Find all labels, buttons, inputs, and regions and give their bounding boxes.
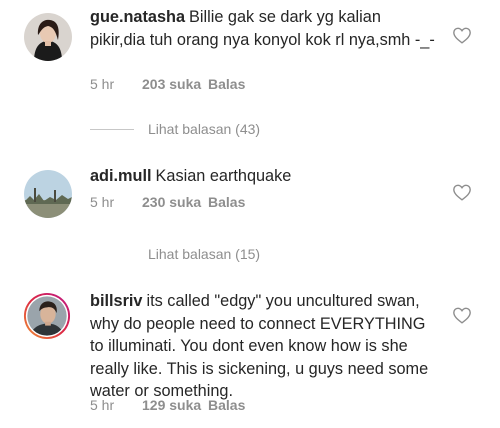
landscape-avatar-icon [24, 170, 72, 218]
divider-line [90, 128, 134, 130]
divider-line [90, 254, 134, 255]
comment-username[interactable]: gue.natasha [90, 8, 185, 26]
like-heart-icon[interactable] [452, 26, 472, 44]
comment-username[interactable]: adi.mull [90, 167, 152, 185]
view-replies-label: Lihat balasan (43) [148, 121, 261, 137]
comment-text: billsriv its called "edgy" you uncultured… [90, 290, 436, 403]
reply-button[interactable]: Balas [208, 397, 245, 413]
woman-portrait-avatar-icon [24, 13, 72, 61]
comment-username[interactable]: billsriv [90, 292, 143, 310]
comment-time: 5 hr [90, 397, 115, 413]
comment-likes[interactable]: 129 suka [142, 397, 208, 413]
reply-button[interactable]: Balas [208, 194, 245, 210]
comment-text: adi.mull Kasian earthquake [90, 165, 436, 188]
avatar[interactable] [23, 292, 73, 342]
comment-text: gue.natasha Billie gak se dark yg kalian … [90, 6, 436, 51]
like-heart-icon[interactable] [452, 183, 472, 201]
comment-meta: 5 hr 129 suka Balas [90, 397, 245, 413]
man-portrait-avatar-icon [23, 292, 71, 340]
comment-time: 5 hr [90, 76, 115, 92]
comment-meta: 5 hr 203 suka Balas [90, 76, 245, 92]
avatar[interactable] [24, 170, 72, 218]
view-replies-button[interactable]: Lihat balasan (15) [90, 246, 260, 262]
comment-body: Kasian earthquake [155, 167, 292, 185]
comment-likes[interactable]: 203 suka [142, 76, 208, 92]
avatar[interactable] [24, 13, 72, 61]
comment-time: 5 hr [90, 194, 115, 210]
view-replies-label: Lihat balasan (15) [148, 246, 261, 262]
comment-meta: 5 hr 230 suka Balas [90, 194, 245, 210]
like-heart-icon[interactable] [452, 306, 472, 324]
comment-likes[interactable]: 230 suka [142, 194, 208, 210]
view-replies-button[interactable]: Lihat balasan (43) [90, 121, 260, 137]
reply-button[interactable]: Balas [208, 76, 245, 92]
